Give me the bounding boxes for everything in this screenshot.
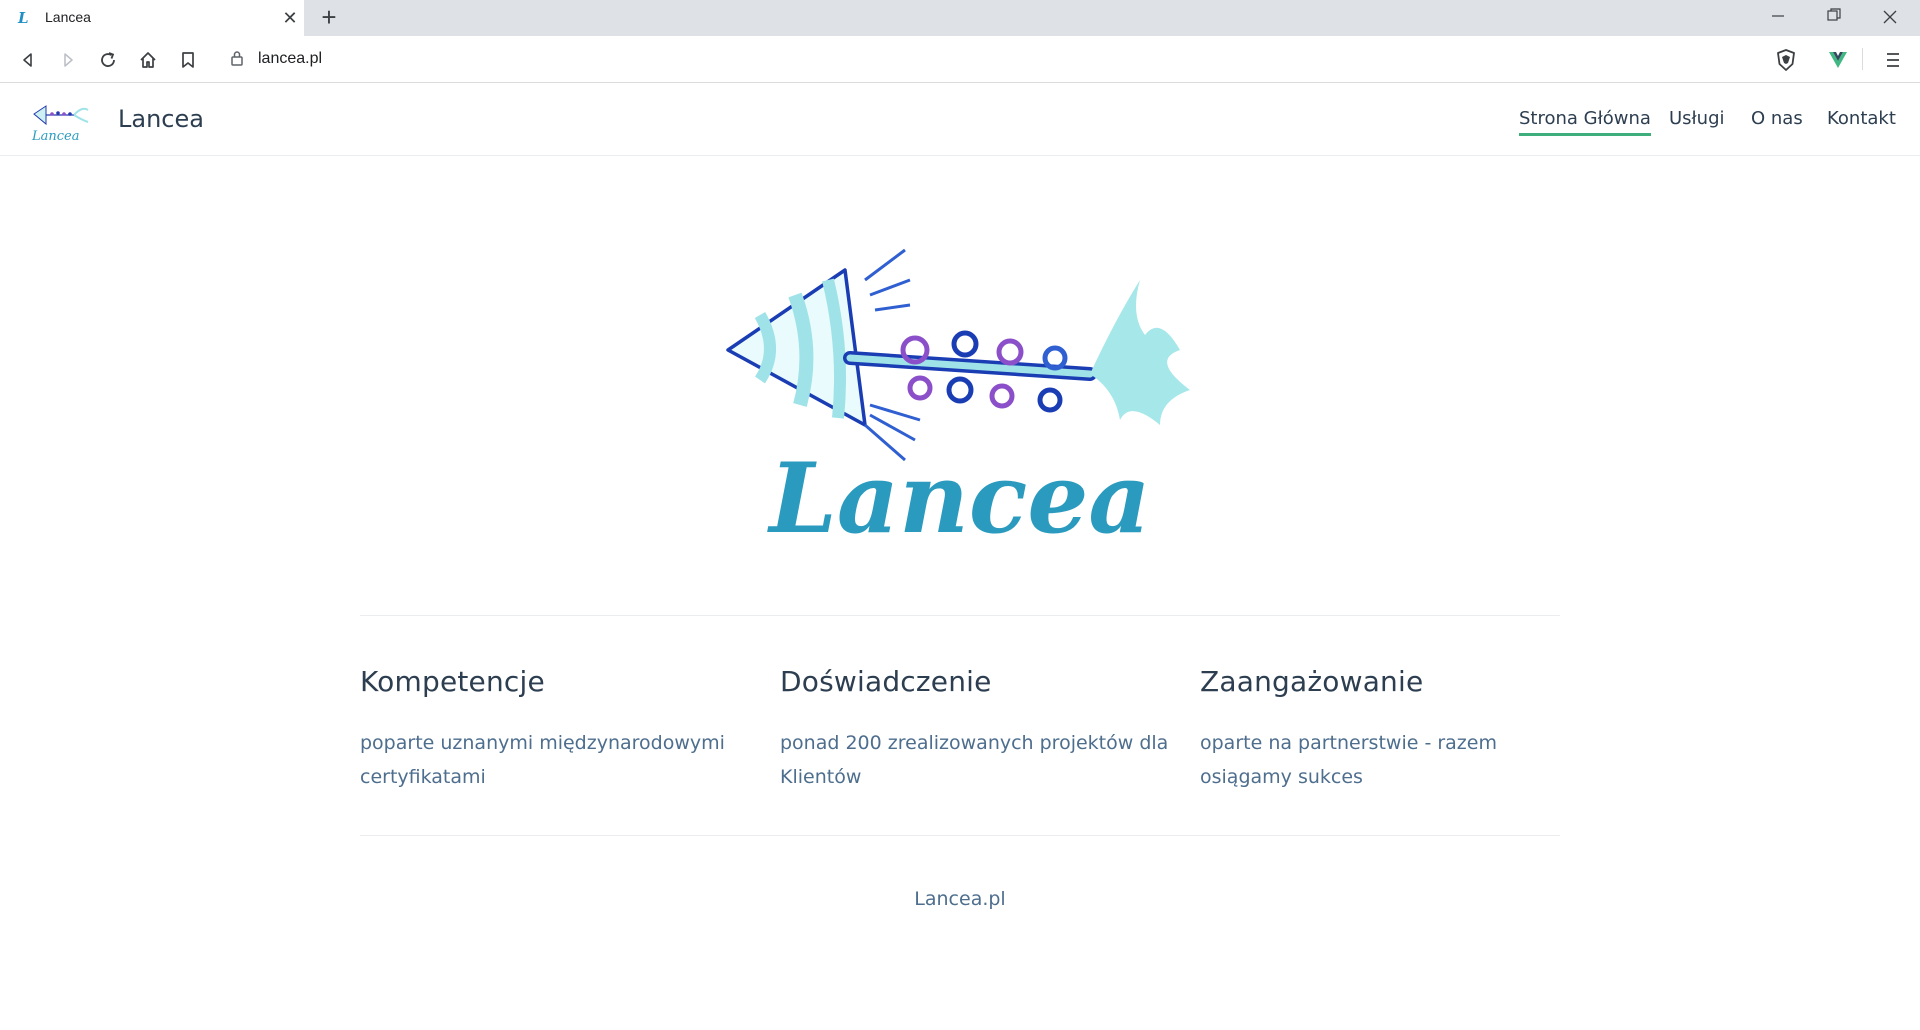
feature-details: poparte uznanymi międzynarodowymi certyf…	[360, 732, 725, 788]
back-button[interactable]	[14, 48, 42, 72]
nav-about-link[interactable]: O nas	[1751, 108, 1803, 129]
restore-button[interactable]	[1806, 0, 1862, 36]
reload-button[interactable]	[94, 48, 122, 72]
nav-home-link[interactable]: Strona Główna	[1519, 108, 1651, 136]
new-tab-button[interactable]: +	[316, 4, 342, 31]
brand-logo-link[interactable]: Lancea	[30, 98, 94, 144]
brave-shield-button[interactable]	[1772, 48, 1800, 72]
close-tab-icon[interactable]: ✕	[280, 8, 300, 28]
close-window-button[interactable]	[1862, 0, 1918, 36]
menu-icon	[1887, 53, 1899, 67]
feature-details: ponad 200 zrealizowanych projektów dla K…	[780, 732, 1169, 788]
footer-divider	[360, 835, 1560, 836]
brand-name[interactable]: Lancea	[118, 105, 204, 133]
forward-icon	[64, 53, 73, 67]
home-icon	[140, 52, 156, 68]
minimize-button[interactable]	[1750, 0, 1806, 36]
section-divider	[360, 615, 1560, 616]
feature-title: Kompetencje	[360, 665, 545, 698]
nav-contact-link[interactable]: Kontakt	[1827, 108, 1896, 129]
feature-title: Doświadczenie	[780, 665, 992, 698]
hero-fish-logo: Lancea	[726, 248, 1190, 555]
home-button[interactable]	[134, 48, 162, 72]
minimize-icon	[1772, 15, 1784, 17]
tab-title: Lancea	[45, 9, 91, 25]
footer-text: Lancea.pl	[914, 888, 1006, 910]
reload-icon	[101, 52, 115, 67]
hero-wordmark: Lancea	[766, 442, 1150, 540]
svg-text:Lancea: Lancea	[31, 129, 79, 144]
browser-menu-button[interactable]	[1879, 48, 1907, 72]
feature-title: Zaangażowanie	[1200, 665, 1424, 698]
feature-card: Doświadczenie ponad 200 zrealizowanych p…	[780, 665, 1170, 794]
restore-icon	[1827, 8, 1841, 21]
favicon-icon: L	[18, 9, 29, 27]
brave-shield-icon	[1777, 49, 1795, 71]
forward-button[interactable]	[54, 48, 82, 72]
browser-tab[interactable]: L Lancea ✕	[0, 0, 304, 36]
vue-devtools-icon	[1829, 52, 1847, 68]
brand-fish-logo: Lancea	[31, 105, 89, 144]
lock-icon[interactable]	[230, 50, 244, 71]
toolbar-separator	[1862, 48, 1863, 70]
feature-card: Kompetencje poparte uznanymi międzynarod…	[360, 665, 750, 794]
feature-card: Zaangażowanie oparte na partnerstwie - r…	[1200, 665, 1590, 794]
bookmark-icon	[182, 52, 194, 68]
close-window-icon	[1883, 10, 1897, 24]
hero-logo: Lancea	[720, 240, 1200, 555]
nav-services-link[interactable]: Usługi	[1669, 108, 1725, 129]
feature-details: oparte na partnerstwie - razem osiągamy …	[1200, 732, 1497, 788]
bookmark-button[interactable]	[174, 48, 202, 72]
back-icon	[23, 53, 32, 67]
address-bar[interactable]	[216, 42, 1756, 76]
url-text[interactable]: lancea.pl	[258, 50, 322, 68]
vue-devtools-button[interactable]	[1824, 48, 1852, 72]
